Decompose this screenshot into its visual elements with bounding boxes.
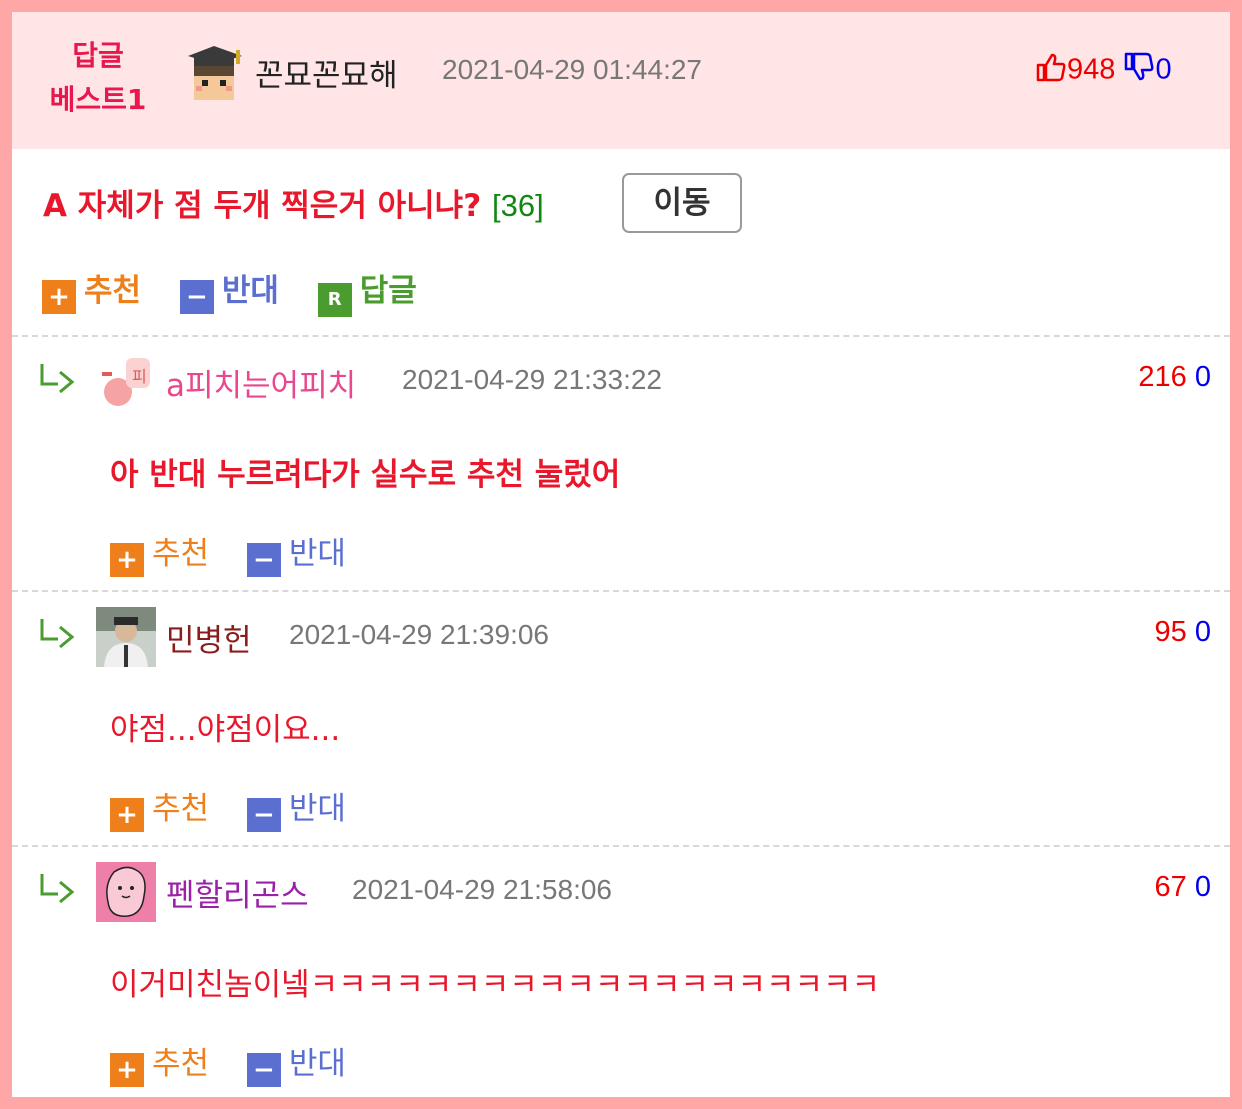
comment-date: 2021-04-29 21:58:06 xyxy=(352,874,612,905)
minus-icon: − xyxy=(179,280,214,314)
reply-button[interactable]: R 답글 xyxy=(317,265,417,317)
plus-icon: + xyxy=(110,798,144,832)
best-reply-panel: 답글 베스트1 꼰묘꼰묘해 2021-04-29 01:44:27 948 0 … xyxy=(12,12,1230,1097)
vote-counts: 95 0 xyxy=(1155,616,1211,649)
divider xyxy=(12,845,1230,847)
downvote-button[interactable]: − 반대 xyxy=(246,1038,346,1087)
avatar[interactable] xyxy=(96,862,156,922)
vote-counts: 948 0 xyxy=(1035,51,1172,91)
downvote-button[interactable]: − 반대 xyxy=(246,783,346,832)
comment-date: 2021-04-29 21:33:22 xyxy=(402,364,662,395)
upvote-button[interactable]: + 추천 xyxy=(42,265,141,314)
avatar[interactable]: 피 xyxy=(96,352,156,412)
down-count: 0 xyxy=(1155,53,1172,86)
badge-line2: 베스트1 xyxy=(49,83,147,116)
upvote-button[interactable]: + 추천 xyxy=(110,783,209,832)
comment-actions: + 추천 − 반대 xyxy=(110,783,374,832)
up-count: 67 xyxy=(1154,871,1187,903)
down-count: 0 xyxy=(1194,361,1211,393)
comment-text: 야점...야점이요... xyxy=(110,712,341,748)
best-reply-text: A 자체가 점 두개 찍은거 아니냐? [36] xyxy=(43,180,544,225)
downvote-button[interactable]: − 반대 xyxy=(246,528,346,577)
post-date: 2021-04-29 01:44:27 xyxy=(442,54,702,85)
down-count: 0 xyxy=(1194,616,1211,648)
up-count: 948 xyxy=(1067,53,1116,86)
up-count: 216 xyxy=(1138,361,1187,393)
best-badge: 답글 베스트1 xyxy=(36,34,160,122)
comment-date: 2021-04-29 21:39:06 xyxy=(289,619,549,650)
vote-counts: 216 0 xyxy=(1138,361,1211,394)
svg-text:피: 피 xyxy=(132,367,147,386)
best-reply-title: A 자체가 점 두개 찍은거 아니냐? xyxy=(43,188,482,224)
avatar[interactable] xyxy=(184,42,244,102)
author-name[interactable]: 펜할리곤스 xyxy=(166,870,309,915)
vote-counts: 67 0 xyxy=(1155,871,1211,904)
comment-actions: + 추천 − 반대 xyxy=(110,528,374,577)
divider xyxy=(12,590,1230,592)
up-count: 95 xyxy=(1154,616,1187,648)
minus-icon: − xyxy=(246,1053,281,1087)
down-count: 0 xyxy=(1194,871,1211,903)
author-name[interactable]: 꼰묘꼰묘해 xyxy=(255,50,398,95)
comment-text: 아 반대 누르려다가 실수로 추천 눌렀어 xyxy=(110,457,621,493)
reply-icon: R xyxy=(317,283,352,317)
nested-reply-arrow-icon xyxy=(40,619,75,649)
avatar[interactable] xyxy=(96,607,156,667)
plus-icon: + xyxy=(42,280,76,314)
thumbs-down-icon[interactable] xyxy=(1123,51,1155,91)
best-actions: + 추천 − 반대 R 답글 xyxy=(42,265,445,317)
thumbs-up-icon[interactable] xyxy=(1035,51,1067,91)
plus-icon: + xyxy=(110,1053,144,1087)
upvote-button[interactable]: + 추천 xyxy=(110,528,209,577)
nested-reply-arrow-icon xyxy=(40,364,75,394)
comment-count[interactable]: [36] xyxy=(492,188,544,223)
nested-reply-arrow-icon xyxy=(40,874,75,904)
author-name[interactable]: a피치는어피치 xyxy=(166,360,356,405)
downvote-button[interactable]: − 반대 xyxy=(179,265,279,314)
upvote-button[interactable]: + 추천 xyxy=(110,1038,209,1087)
minus-icon: − xyxy=(246,798,281,832)
best-reply-header: 답글 베스트1 꼰묘꼰묘해 2021-04-29 01:44:27 948 0 xyxy=(12,12,1230,149)
minus-icon: − xyxy=(246,543,281,577)
plus-icon: + xyxy=(110,543,144,577)
badge-line1: 답글 xyxy=(72,39,124,72)
comment-text: 이거미친놈이넼ㅋㅋㅋㅋㅋㅋㅋㅋㅋㅋㅋㅋㅋㅋㅋㅋㅋㅋㅋㅋ xyxy=(110,967,881,1003)
move-button[interactable]: 이동 xyxy=(622,173,742,233)
comment-actions: + 추천 − 반대 xyxy=(110,1038,374,1087)
divider xyxy=(12,335,1230,337)
author-name[interactable]: 민병헌 xyxy=(166,615,252,660)
